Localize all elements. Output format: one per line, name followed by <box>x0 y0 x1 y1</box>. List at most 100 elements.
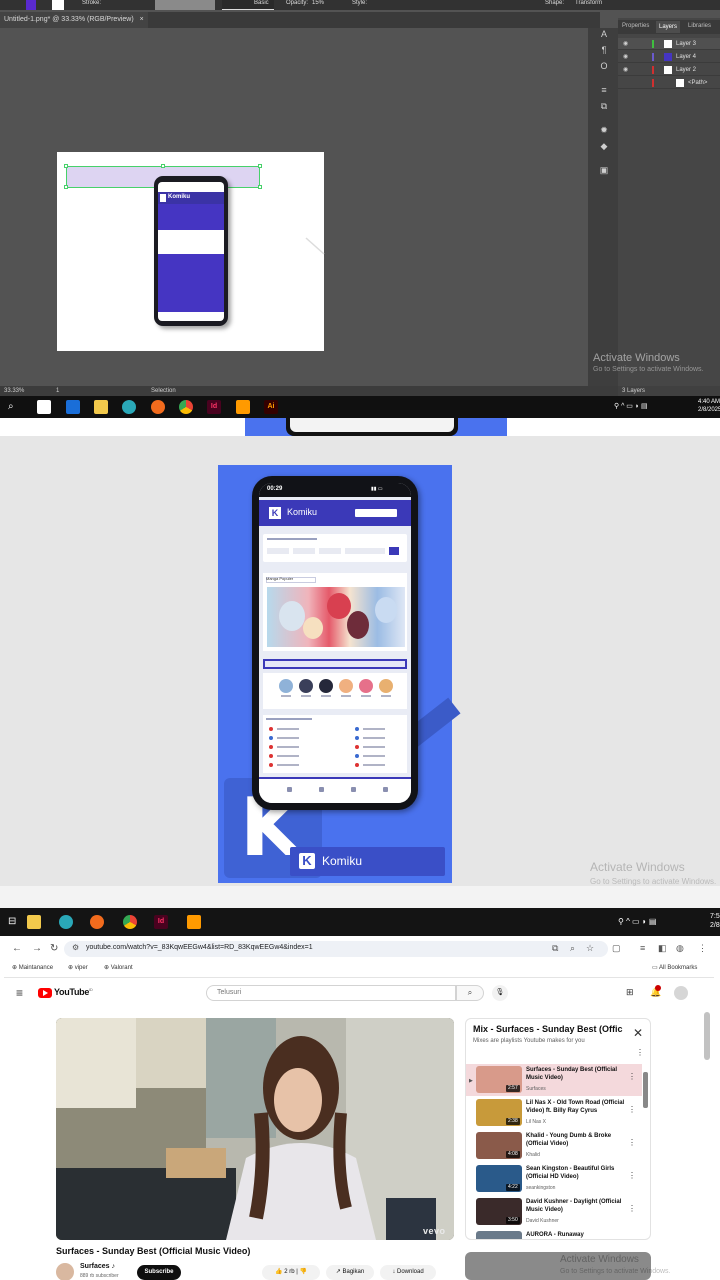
zoom-level[interactable]: 33.33% <box>4 388 24 394</box>
layer-name[interactable]: Layer 3 <box>676 38 696 50</box>
back-icon[interactable]: ← <box>12 943 22 955</box>
artboards-icon[interactable]: ▣ <box>598 164 610 176</box>
more-options-icon[interactable]: ⋮ <box>628 1204 636 1213</box>
tab-layers[interactable]: Layers <box>656 21 681 33</box>
like-dislike-button[interactable]: 👍 2 rb | 👎 <box>262 1265 320 1280</box>
playlist-item[interactable]: 2:38 Lil Nas X - Old Town Road (Official… <box>466 1097 642 1129</box>
playlist-item[interactable]: 2:57 Surfaces - Sunday Best (Official Mu… <box>466 1064 642 1096</box>
playlist-scrollbar[interactable] <box>643 1072 648 1108</box>
firefox-icon[interactable] <box>151 400 165 414</box>
edge-icon[interactable] <box>59 915 73 929</box>
more-options-icon[interactable]: ⋮ <box>628 1105 636 1114</box>
sidepanel-icon[interactable]: ◧ <box>658 942 667 955</box>
layer-name[interactable]: Layer 4 <box>676 51 696 63</box>
system-tray-icons[interactable]: ⚲ ^ ▭ ◗ ▤ <box>618 917 656 926</box>
bookmark-maintanance[interactable]: ⊕ Maintanance <box>12 964 53 971</box>
channel-name[interactable]: Surfaces ♪ <box>80 1263 115 1270</box>
selection-handle[interactable] <box>64 185 68 189</box>
more-options-icon[interactable]: ⋮ <box>628 1171 636 1180</box>
selection-handle[interactable] <box>258 164 262 168</box>
system-tray-icons[interactable]: ⚲ ^ ▭ ◗ ▤ <box>614 402 648 410</box>
star-icon[interactable]: ☆ <box>586 942 594 955</box>
opentype-icon[interactable]: O <box>598 60 610 72</box>
search-icon[interactable]: ⌕ <box>456 985 484 1001</box>
taskbar-clock[interactable]: 4:40 AM 2/8/2025 <box>698 398 720 414</box>
chrome-icon[interactable] <box>179 400 193 414</box>
search-icon[interactable]: ⌕ <box>8 400 22 414</box>
youtube-brand[interactable]: YouTubeID <box>54 987 93 997</box>
eye-icon[interactable]: ◉ <box>623 38 628 50</box>
site-info-icon[interactable]: ⚙ <box>72 943 79 952</box>
align-icon[interactable]: ≡ <box>598 84 610 96</box>
opacity-value[interactable]: 15% <box>312 0 324 6</box>
subscribe-button[interactable]: Subscribe <box>137 1265 181 1280</box>
eye-icon[interactable]: ◉ <box>623 51 628 63</box>
menu-icon[interactable]: ⋮ <box>698 942 707 955</box>
layers-icon[interactable]: ◆ <box>598 140 610 152</box>
sun-icon[interactable]: ✹ <box>598 124 610 136</box>
indesign-icon[interactable]: Id <box>154 915 168 929</box>
folder-icon[interactable] <box>94 400 108 414</box>
selection-handle[interactable] <box>64 164 68 168</box>
download-button[interactable]: ↓ Download <box>380 1265 436 1280</box>
more-options-icon[interactable]: ⋮ <box>628 1072 636 1081</box>
cast-icon[interactable]: ⧉ <box>552 942 558 955</box>
avatar[interactable] <box>674 986 688 1000</box>
tab-close-icon[interactable]: × <box>140 16 144 23</box>
layer-name[interactable]: Layer 2 <box>676 64 696 76</box>
character-icon[interactable]: A <box>598 28 610 40</box>
bookmark-viper[interactable]: ⊕ viper <box>68 964 88 971</box>
layer-row[interactable]: ◉ Layer 2 <box>618 64 720 76</box>
shape-label[interactable]: Shape: <box>545 0 564 6</box>
url-text[interactable]: youtube.com/watch?v=_83KqwEEGw4&list=RD_… <box>86 944 313 951</box>
playlist-item[interactable]: 4:08 Khalid - Young Dumb & Broke (Offici… <box>466 1130 642 1162</box>
playlist-item[interactable]: AURORA - Runaway <box>466 1229 642 1239</box>
search-input[interactable]: Telusuri <box>206 985 456 1001</box>
selection-handle[interactable] <box>161 164 165 168</box>
create-icon[interactable]: ⊞ <box>626 987 634 998</box>
tab-properties[interactable]: Properties <box>622 23 649 29</box>
edge-icon[interactable] <box>122 400 136 414</box>
store-icon[interactable] <box>37 400 51 414</box>
sublime-icon[interactable] <box>236 400 250 414</box>
layer-name[interactable]: <Path> <box>688 77 707 89</box>
extensions-icon[interactable]: ▢ <box>612 942 621 955</box>
page-scrollbar[interactable] <box>704 1012 710 1060</box>
mic-icon[interactable]: 🎙 <box>492 985 508 1001</box>
folder-icon[interactable] <box>27 915 41 929</box>
transform-icon[interactable]: ⧉ <box>598 100 610 112</box>
paragraph-icon[interactable]: ¶ <box>598 44 610 56</box>
more-options-icon[interactable]: ⋮ <box>636 1048 644 1057</box>
indesign-icon[interactable]: Id <box>207 400 221 414</box>
forward-icon[interactable]: → <box>32 943 42 955</box>
bookmark-valorant[interactable]: ⊕ Valorant <box>104 964 133 971</box>
stroke-weight-field[interactable] <box>155 0 215 10</box>
tab-libraries[interactable]: Libraries <box>688 23 711 29</box>
all-bookmarks[interactable]: ▭ All Bookmarks <box>652 964 697 971</box>
layer-row[interactable]: ◉ Layer 4 <box>618 51 720 63</box>
zoom-icon[interactable]: ⌕ <box>570 942 575 955</box>
sublime-icon[interactable] <box>187 915 201 929</box>
mail-icon[interactable] <box>66 400 80 414</box>
layer-row[interactable]: ◉ Layer 3 <box>618 38 720 50</box>
playlist-item[interactable]: 4:22 Sean Kingston - Beautiful Girls (Of… <box>466 1163 642 1195</box>
firefox-icon[interactable] <box>90 915 104 929</box>
phone-mockup-small[interactable]: Komiku <box>154 176 228 326</box>
task-view-icon[interactable]: ⊟ <box>8 915 22 929</box>
selection-handle[interactable] <box>258 185 262 189</box>
channel-avatar[interactable] <box>56 1263 74 1280</box>
fill-swatch[interactable] <box>26 0 36 10</box>
stroke-swatch[interactable] <box>52 0 64 10</box>
transform-label[interactable]: Transform <box>575 0 602 6</box>
taskbar-clock[interactable]: 7:5 2/8 <box>710 912 720 930</box>
page-number[interactable]: 1 <box>56 388 59 394</box>
share-button[interactable]: ↗ Bagikan <box>326 1265 374 1280</box>
chrome-icon[interactable] <box>123 915 137 929</box>
hamburger-menu-icon[interactable]: ≡ <box>16 986 23 1000</box>
eye-icon[interactable]: ◉ <box>623 64 628 76</box>
playlist-item[interactable]: 3:50 David Kushner - Daylight (Official … <box>466 1196 642 1228</box>
illustrator-icon[interactable]: Ai <box>264 400 278 414</box>
reload-icon[interactable]: ↻ <box>50 943 58 955</box>
document-tab[interactable]: Untitled-1.png* @ 33.33% (RGB/Preview) × <box>0 12 148 28</box>
more-options-icon[interactable]: ⋮ <box>628 1138 636 1147</box>
